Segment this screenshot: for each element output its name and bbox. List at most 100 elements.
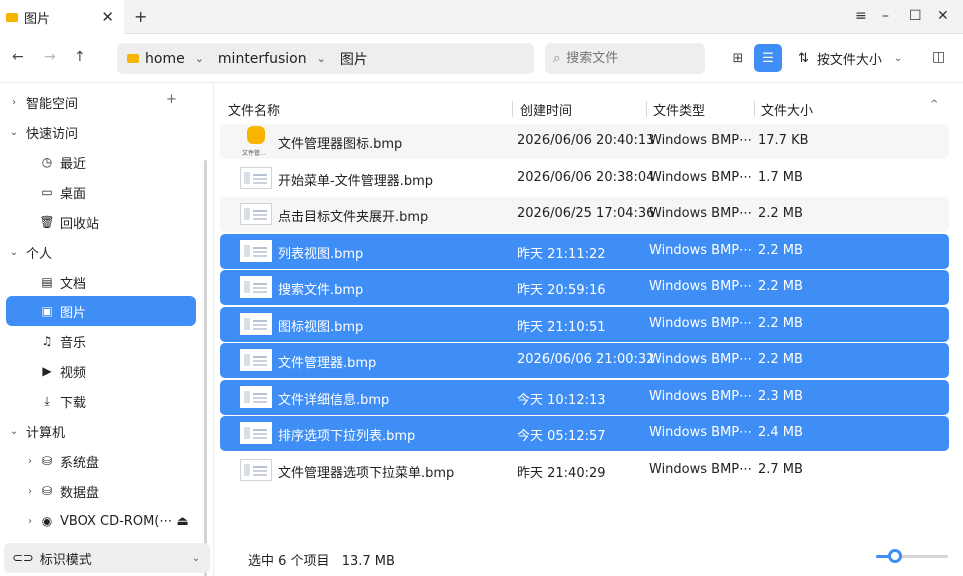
- zoom-slider-handle[interactable]: [888, 549, 902, 563]
- collapse-arrow-icon[interactable]: ⌄: [6, 247, 22, 258]
- grid-icon: ⊞: [732, 50, 744, 66]
- sidebar-item-pictures[interactable]: ▣ 图片: [6, 296, 196, 326]
- collapse-arrow-icon[interactable]: ⌄: [6, 426, 22, 437]
- search-input[interactable]: [566, 51, 687, 66]
- column-separator[interactable]: [754, 101, 755, 117]
- image-thumbnail-icon: [240, 203, 272, 225]
- column-separator[interactable]: [512, 101, 513, 117]
- image-thumbnail-icon: [240, 240, 272, 262]
- file-date: 2026/06/06 20:40:13: [517, 133, 655, 148]
- icon-view-button[interactable]: ⊞: [724, 44, 752, 72]
- file-date: 昨天 21:40:29: [517, 466, 606, 481]
- clock-icon: ◷: [41, 155, 53, 169]
- image-thumbnail-icon: [240, 313, 272, 335]
- file-date: 2026/06/06 21:00:32: [517, 352, 655, 367]
- tab-pictures[interactable]: 图片 ✕: [0, 0, 124, 34]
- sort-dropdown[interactable]: ⇅ 按文件大小 ⌄: [798, 49, 902, 68]
- table-row[interactable]: 列表视图.bmp 昨天 21:11:22 Windows BMP⋯ 2.2 MB: [220, 234, 949, 269]
- file-date: 今天 10:12:13: [517, 393, 606, 408]
- file-name: 点击目标文件夹展开.bmp: [278, 210, 429, 225]
- sidebar-item-label: 图片: [60, 305, 87, 321]
- up-button[interactable]: ↑: [74, 49, 86, 65]
- file-name: 搜索文件.bmp: [278, 283, 364, 298]
- download-icon: ⤓: [44, 393, 50, 408]
- file-type: Windows BMP⋯: [649, 243, 753, 258]
- sidebar-item-computer[interactable]: ⌄ 计算机: [6, 416, 196, 446]
- sort-ascending-icon[interactable]: ^: [930, 99, 938, 110]
- sidebar-item-system-disk[interactable]: › ⛁ 系统盘: [6, 446, 196, 476]
- sidebar-item-music[interactable]: ♫ 音乐: [6, 326, 196, 356]
- detail-pane-toggle-icon[interactable]: ◫: [932, 49, 945, 65]
- sidebar-item-videos[interactable]: ▶ 视频: [6, 356, 196, 386]
- sidebar-item-label: VBOX CD-ROM(⋯ ⏏: [60, 513, 189, 529]
- trash-icon: 🗑: [39, 215, 55, 229]
- collapse-arrow-icon[interactable]: ⌄: [6, 127, 22, 138]
- forward-button[interactable]: →: [44, 49, 56, 65]
- new-tab-button[interactable]: +: [134, 7, 147, 26]
- file-type: Windows BMP⋯: [649, 462, 753, 477]
- expand-arrow-icon[interactable]: ›: [6, 97, 22, 108]
- file-size: 17.7 KB: [758, 133, 809, 148]
- chevron-down-icon[interactable]: ⌄: [195, 52, 204, 65]
- table-row[interactable]: 开始菜单-文件管理器.bmp 2026/06/06 20:38:04 Windo…: [220, 161, 949, 196]
- table-row[interactable]: 搜索文件.bmp 昨天 20:59:16 Windows BMP⋯ 2.2 MB: [220, 270, 949, 305]
- sidebar-item-trash[interactable]: 🗑 回收站: [6, 207, 196, 237]
- column-header-date[interactable]: 创建时间: [520, 100, 572, 119]
- image-thumbnail-icon: [240, 276, 272, 298]
- file-size: 1.7 MB: [758, 170, 803, 185]
- table-row[interactable]: 文件详细信息.bmp 今天 10:12:13 Windows BMP⋯ 2.3 …: [220, 380, 949, 415]
- image-thumbnail-icon: [240, 386, 272, 408]
- table-row[interactable]: 文件管... 文件管理器图标.bmp 2026/06/06 20:40:13 W…: [220, 124, 949, 159]
- disk-icon: ⛁: [41, 484, 53, 498]
- search-box[interactable]: ⌕: [545, 43, 705, 74]
- file-type: Windows BMP⋯: [649, 425, 753, 440]
- file-date: 昨天 20:59:16: [517, 283, 606, 298]
- breadcrumb: home ⌄ minterfusion ⌄ 图片: [117, 43, 534, 74]
- sidebar-item-label: 桌面: [60, 186, 87, 202]
- minimize-button[interactable]: –: [882, 8, 889, 24]
- column-header-name[interactable]: 文件名称: [228, 100, 280, 119]
- menu-icon[interactable]: ≡: [855, 8, 867, 24]
- sidebar-item-downloads[interactable]: ⤓ 下载: [6, 386, 196, 416]
- table-row[interactable]: 文件管理器选项下拉菜单.bmp 昨天 21:40:29 Windows BMP⋯…: [220, 453, 949, 488]
- breadcrumb-user[interactable]: minterfusion: [218, 51, 307, 67]
- table-row[interactable]: 图标视图.bmp 昨天 21:10:51 Windows BMP⋯ 2.2 MB: [220, 307, 949, 342]
- file-type: Windows BMP⋯: [649, 389, 753, 404]
- table-row[interactable]: 点击目标文件夹展开.bmp 2026/06/25 17:04:36 Window…: [220, 197, 949, 232]
- search-icon: ⌕: [553, 51, 561, 66]
- chevron-down-icon[interactable]: ⌄: [317, 52, 326, 65]
- table-row[interactable]: 排序选项下拉列表.bmp 今天 05:12:57 Windows BMP⋯ 2.…: [220, 416, 949, 451]
- file-name: 图标视图.bmp: [278, 320, 364, 335]
- sidebar-item-personal[interactable]: ⌄ 个人: [6, 237, 196, 267]
- file-name: 文件详细信息.bmp: [278, 393, 390, 408]
- close-tab-icon[interactable]: ✕: [101, 8, 114, 26]
- sidebar-item-quick-access[interactable]: ⌄ 快速访问: [6, 117, 196, 147]
- breadcrumb-home[interactable]: home: [127, 51, 185, 67]
- file-name: 排序选项下拉列表.bmp: [278, 429, 416, 444]
- close-window-button[interactable]: ✕: [937, 8, 949, 24]
- disk-icon: ⛁: [41, 454, 53, 468]
- sidebar-item-data-disk[interactable]: › ⛁ 数据盘: [6, 476, 196, 506]
- list-view-button[interactable]: ☰: [754, 44, 782, 72]
- maximize-button[interactable]: ☐: [909, 8, 922, 24]
- breadcrumb-pictures[interactable]: 图片: [340, 49, 368, 69]
- expand-arrow-icon[interactable]: ›: [22, 486, 38, 497]
- sidebar-item-cdrom[interactable]: › ◉ VBOX CD-ROM(⋯ ⏏: [6, 506, 196, 536]
- expand-arrow-icon[interactable]: ›: [22, 456, 38, 467]
- expand-arrow-icon[interactable]: ›: [22, 516, 38, 527]
- sidebar-item-recent[interactable]: ◷ 最近: [6, 147, 196, 177]
- sidebar-item-smart-space[interactable]: › 智能空间: [6, 87, 196, 117]
- file-type: Windows BMP⋯: [649, 279, 753, 294]
- file-type: Windows BMP⋯: [649, 352, 753, 367]
- sidebar-item-label: 计算机: [26, 425, 66, 441]
- table-row[interactable]: 文件管理器.bmp 2026/06/06 21:00:32 Windows BM…: [220, 343, 949, 378]
- mode-dropdown[interactable]: ⊂⊃ 标识模式 ⌄: [4, 543, 210, 573]
- column-separator[interactable]: [646, 101, 647, 117]
- sidebar-item-documents[interactable]: ▤ 文档: [6, 267, 196, 297]
- column-header-size[interactable]: 文件大小: [761, 100, 813, 119]
- sidebar-item-label: 快速访问: [26, 126, 79, 142]
- sidebar-scrollbar[interactable]: [204, 160, 207, 576]
- sidebar-item-desktop[interactable]: ▭ 桌面: [6, 177, 196, 207]
- column-header-type[interactable]: 文件类型: [653, 100, 705, 119]
- back-button[interactable]: ←: [12, 49, 24, 65]
